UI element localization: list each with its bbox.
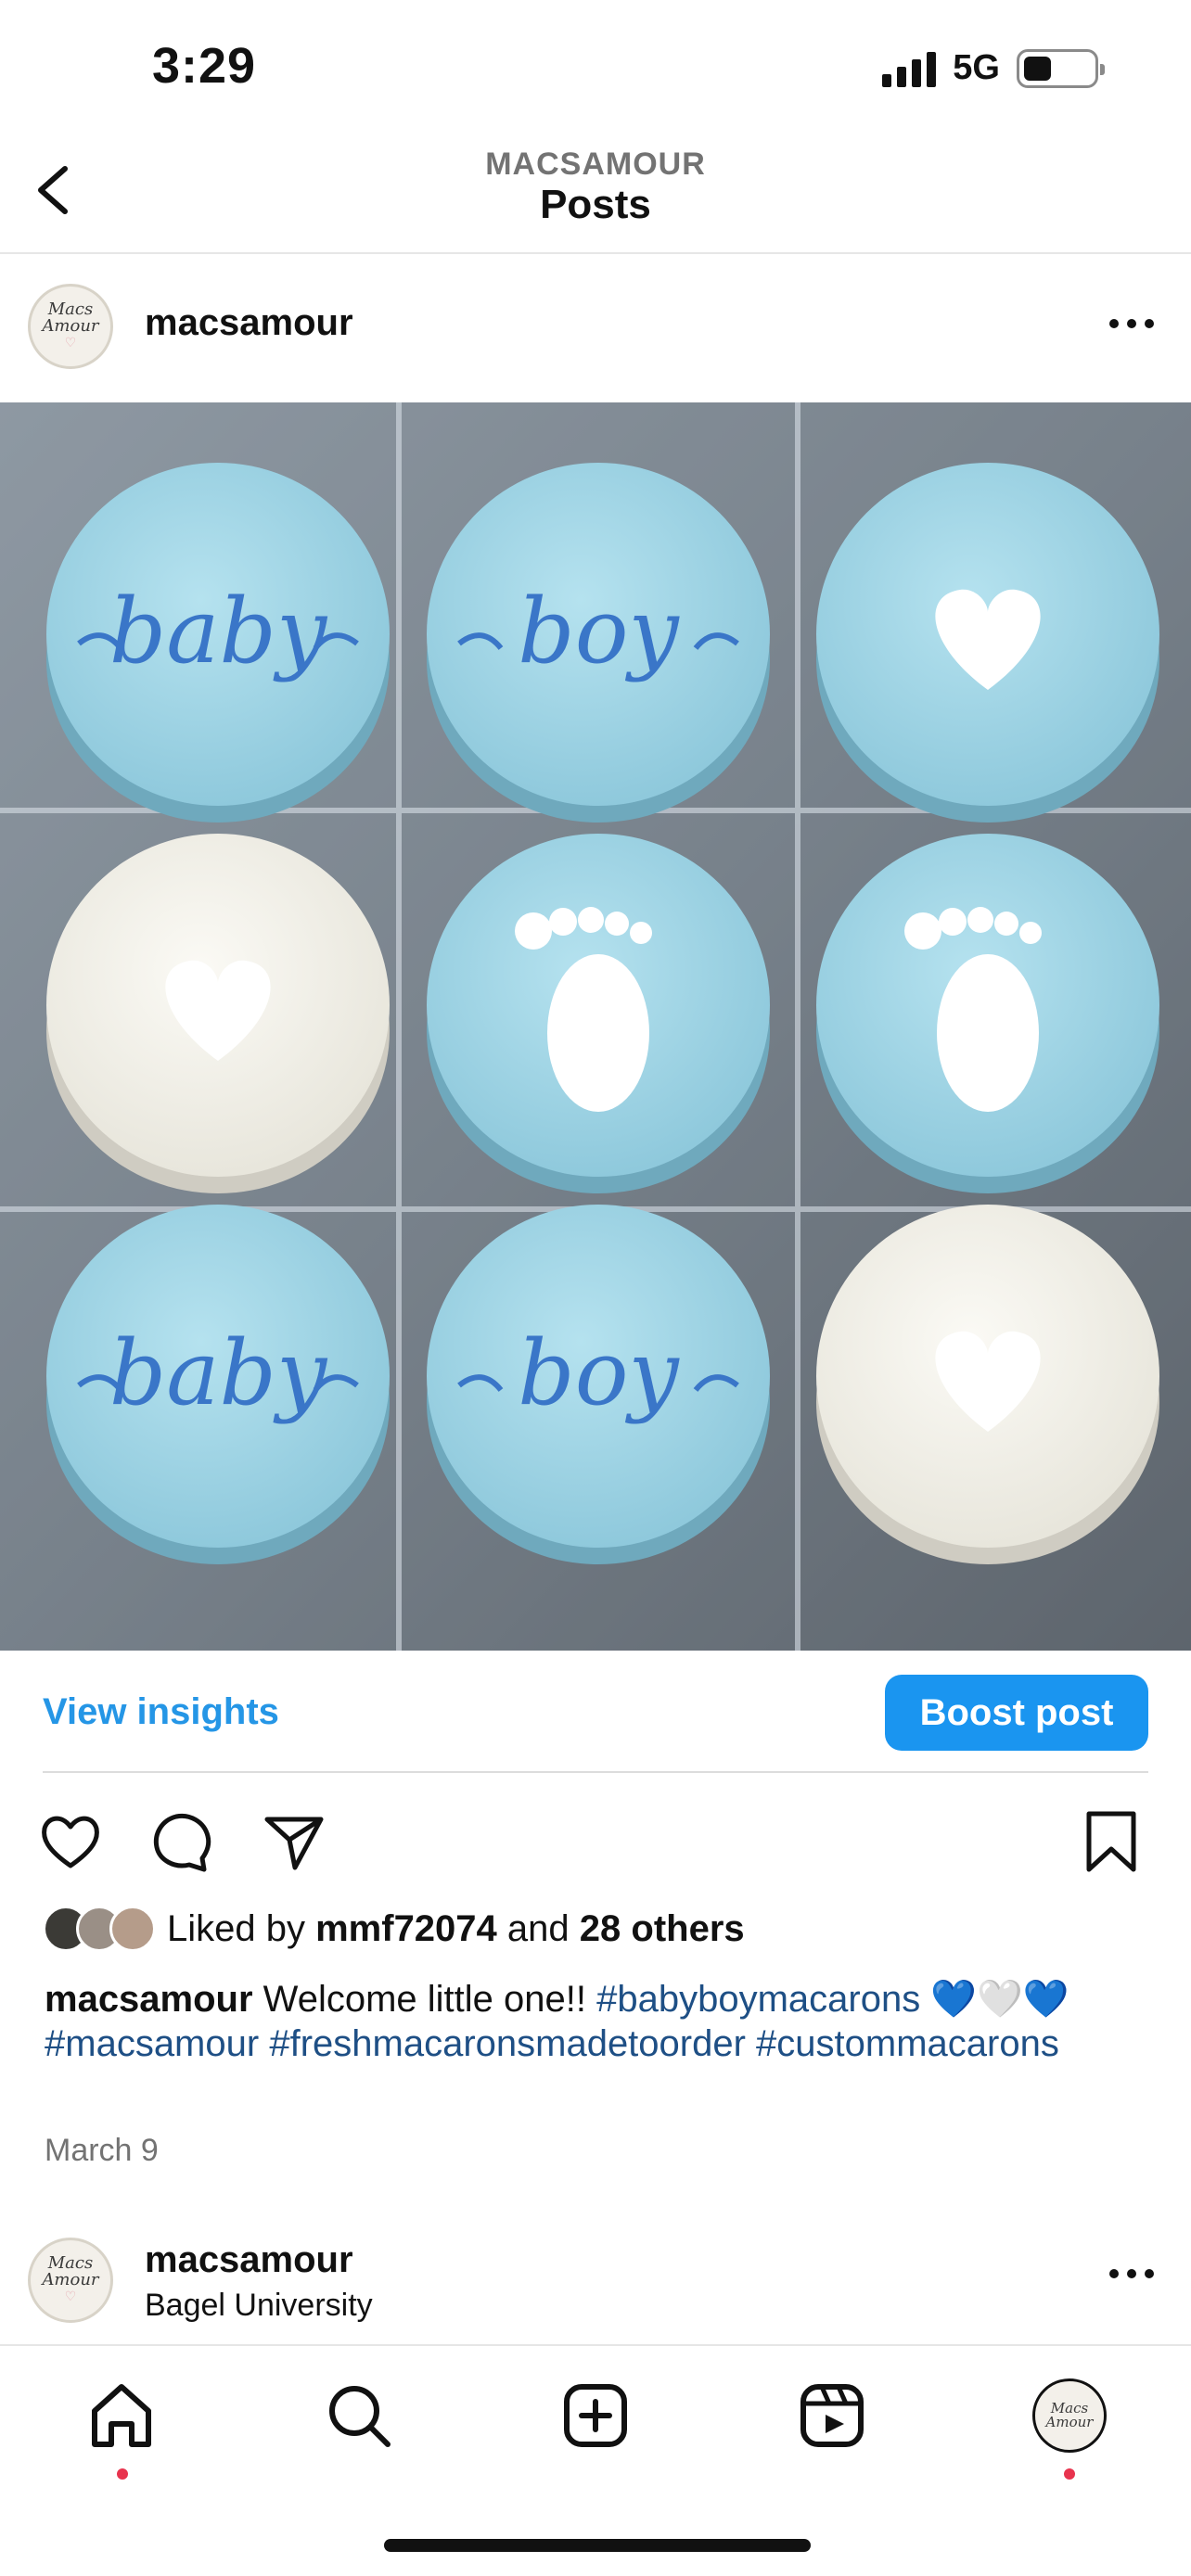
page-title: Posts <box>540 182 651 227</box>
macaron <box>816 834 1159 1193</box>
macaron <box>816 463 1159 823</box>
top-nav: MACSAMOUR Posts <box>0 139 1191 254</box>
boost-post-button[interactable]: Boost post <box>885 1675 1148 1751</box>
macaron <box>816 1205 1159 1564</box>
macaron: baby <box>46 1205 390 1564</box>
next-post-username[interactable]: macsamour <box>145 2239 353 2281</box>
likes-user[interactable]: mmf72074 <box>315 1908 497 1950</box>
footprint-decoration <box>547 954 649 1112</box>
notification-dot <box>117 2468 128 2480</box>
hashtag[interactable]: #macsamour <box>45 2023 259 2064</box>
caption-emoji: 💙🤍💙 <box>920 1979 1069 2020</box>
next-post-location[interactable]: Bagel University <box>145 2288 373 2324</box>
more-horizontal-icon[interactable] <box>1109 319 1154 328</box>
divider <box>43 1771 1148 1773</box>
battery-icon <box>1017 48 1105 88</box>
comment-icon[interactable] <box>148 1808 215 1875</box>
liker-avatars <box>43 1906 156 1952</box>
tab-search[interactable] <box>317 2374 401 2457</box>
macaron-script: boy <box>518 580 680 683</box>
likes-middle: and <box>506 1907 570 1949</box>
heart-icon[interactable] <box>37 1808 104 1875</box>
avatar-heart: ♡ <box>64 336 77 351</box>
likes-prefix: Liked by <box>167 1907 305 1949</box>
post-date: March 9 <box>45 2133 159 2168</box>
post-actions <box>0 1799 1191 1882</box>
status-bar: 3:29 5G <box>0 0 1191 139</box>
post-caption: macsamour Welcome little one!! #babyboym… <box>45 1977 1148 2066</box>
header-subtitle: MACSAMOUR <box>485 147 706 182</box>
caption-username[interactable]: macsamour <box>45 1979 253 2020</box>
macaron: boy <box>427 463 770 823</box>
hashtag[interactable]: #babyboymacarons <box>596 1979 920 2020</box>
macaron-script: baby <box>109 1321 328 1425</box>
insights-row: View insights Boost post <box>0 1651 1191 1771</box>
view-insights-link[interactable]: View insights <box>43 1691 279 1733</box>
macarons-photo: baby boy baby boy <box>0 402 1191 1651</box>
likes-row[interactable]: Liked by mmf72074 and 28 others <box>43 1906 745 1952</box>
avatar <box>109 1906 156 1952</box>
home-icon <box>92 2384 151 2447</box>
macaron <box>427 834 770 1193</box>
macaron-script: boy <box>518 1321 680 1425</box>
more-horizontal-icon[interactable] <box>1109 2269 1154 2278</box>
avatar[interactable]: Macs Amour ♡ <box>28 2238 113 2323</box>
share-icon[interactable] <box>260 1808 327 1875</box>
avatar-heart: ♡ <box>64 2289 77 2304</box>
macaron-script: baby <box>109 580 328 683</box>
status-time: 3:29 <box>152 38 257 94</box>
tab-profile[interactable]: Macs Amour <box>1028 2374 1111 2457</box>
footprint-decoration <box>937 954 1039 1112</box>
search-icon <box>329 2386 391 2447</box>
network-label: 5G <box>953 48 1000 87</box>
tab-home[interactable] <box>80 2374 163 2457</box>
avatar-text: Amour <box>42 316 99 336</box>
macaron: boy <box>427 1205 770 1564</box>
post-header: Macs Amour ♡ macsamour <box>0 254 1191 402</box>
notification-dot <box>1064 2468 1075 2480</box>
tab-reels[interactable] <box>790 2374 874 2457</box>
avatar[interactable]: Macs Amour ♡ <box>28 284 113 369</box>
avatar-text: Amour <box>42 2270 99 2289</box>
avatar-text: Amour <box>1045 2414 1094 2430</box>
bookmark-icon[interactable] <box>1078 1808 1145 1875</box>
post-image[interactable]: baby boy baby boy <box>0 402 1191 1651</box>
next-post-header: Macs Amour ♡ macsamour Bagel University <box>0 2230 1191 2341</box>
signal-icon <box>882 50 937 87</box>
post-username[interactable]: macsamour <box>145 302 353 344</box>
macaron <box>46 834 390 1193</box>
tab-create[interactable] <box>554 2374 637 2457</box>
status-icons: 5G <box>882 48 1105 88</box>
macaron: baby <box>46 463 390 823</box>
caption-text: Welcome little one!! <box>252 1979 597 2020</box>
likes-others[interactable]: 28 others <box>580 1908 745 1950</box>
reels-icon <box>800 2384 864 2447</box>
hashtag[interactable]: #custommacarons <box>756 2023 1059 2064</box>
profile-avatar: Macs Amour <box>1032 2378 1107 2453</box>
home-indicator <box>384 2539 811 2552</box>
create-icon <box>564 2384 627 2447</box>
hashtag[interactable]: #freshmacaronsmadetoorder <box>269 2023 746 2064</box>
